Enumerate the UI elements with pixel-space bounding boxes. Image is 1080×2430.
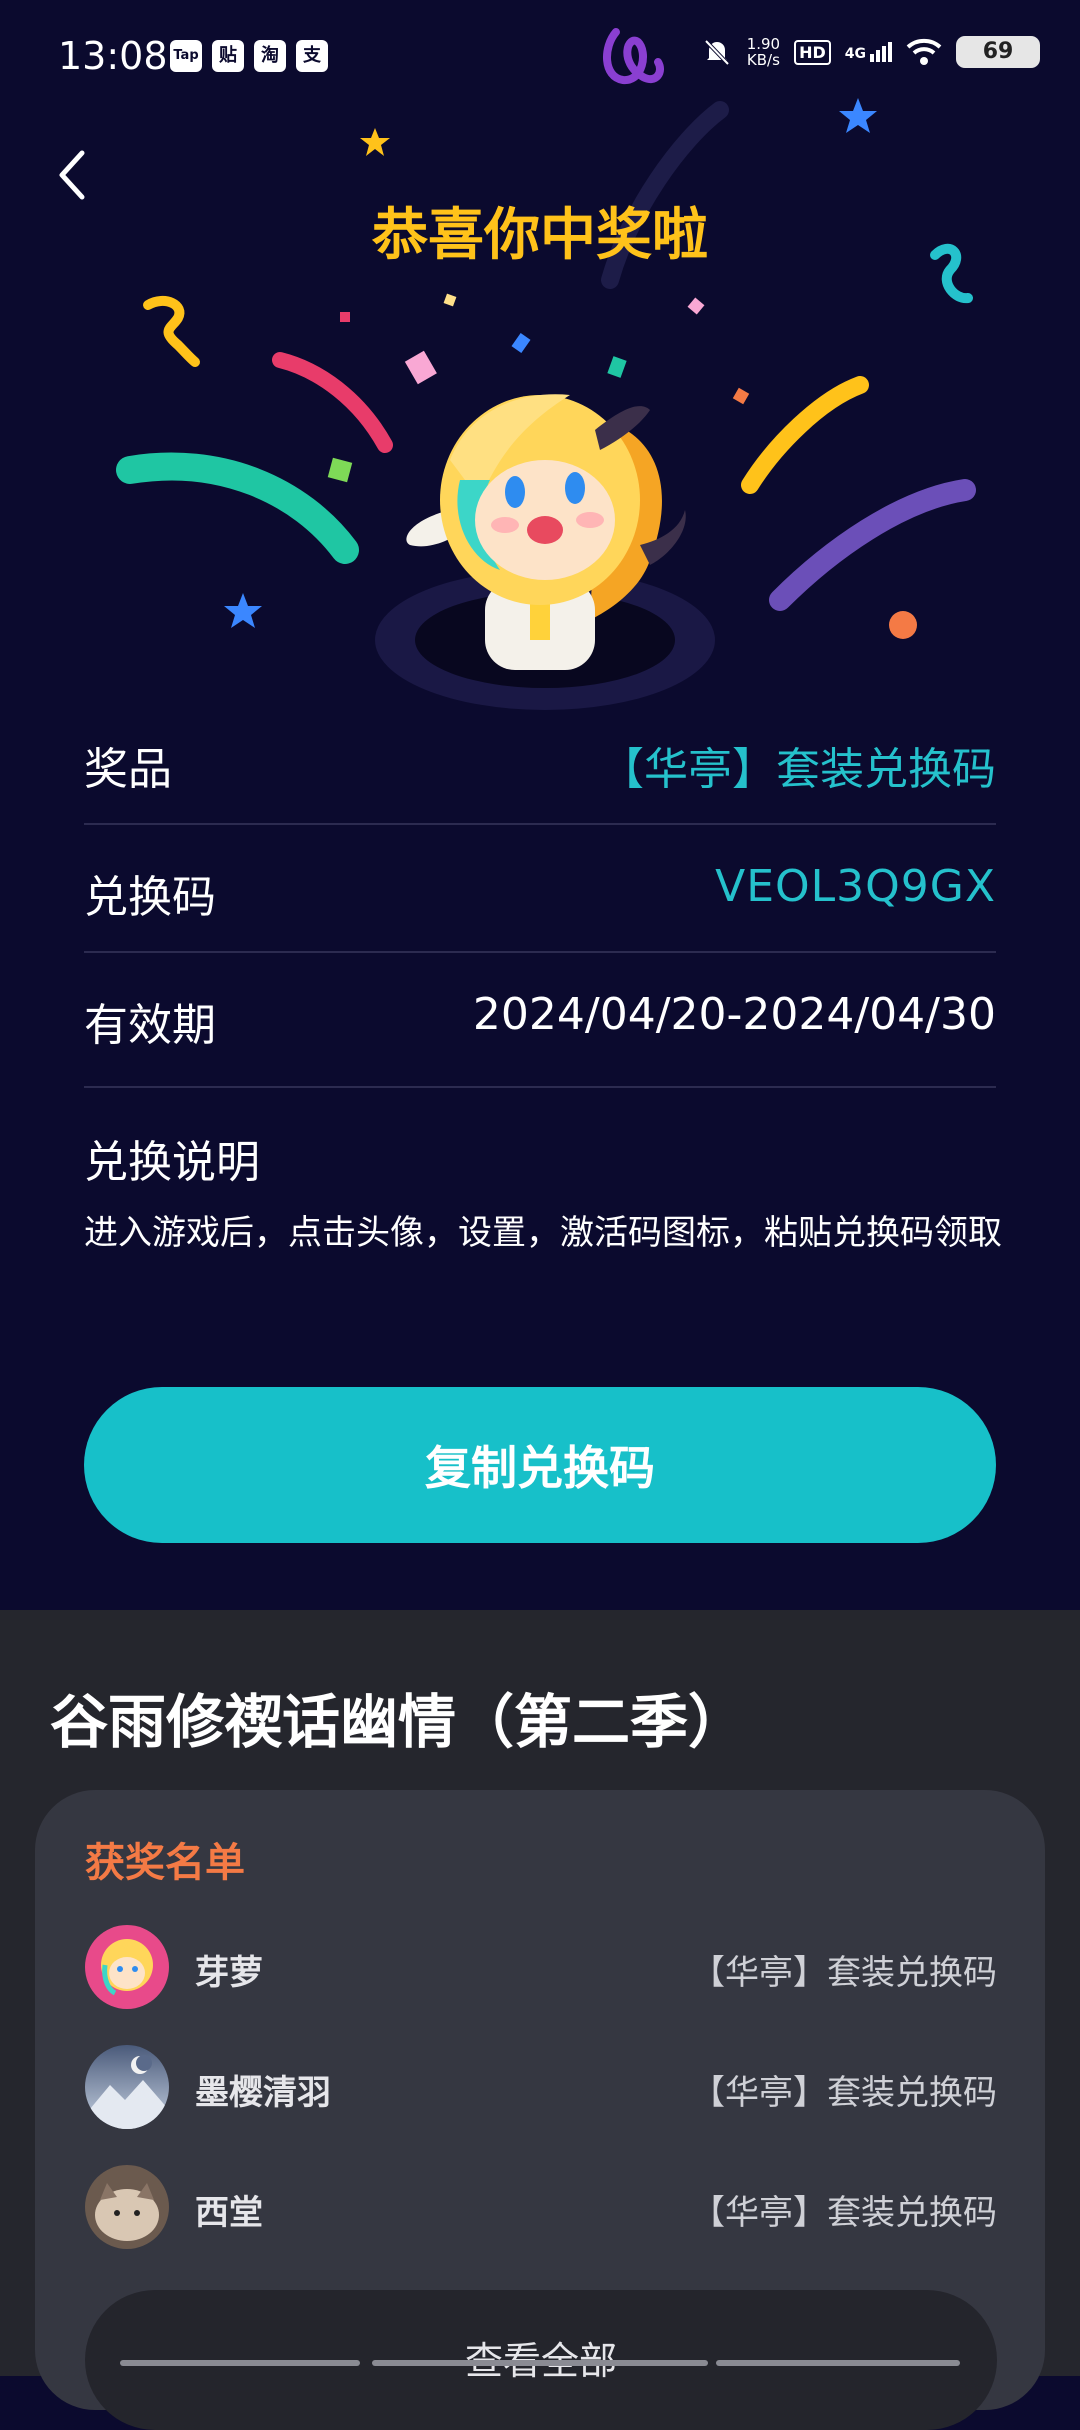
prize-value: 【华亭】套装兑换码 <box>600 744 996 795</box>
page-title: 恭喜你中奖啦 <box>372 203 708 268</box>
validity-row: 有效期 2024/04/20-2024/04/30 <box>84 951 996 1088</box>
prize-label: 奖品 <box>84 744 172 795</box>
winner-row[interactable]: 西堂 【华亭】套装兑换码 <box>85 2165 997 2255</box>
avatar[interactable] <box>85 2045 169 2129</box>
instructions-title: 兑换说明 <box>84 1137 260 1188</box>
code-label: 兑换码 <box>84 872 216 923</box>
winner-prize: 【华亭】套装兑换码 <box>691 2073 997 2113</box>
event-panel: 谷雨修禊话幽情（第二季） 获奖名单 芽萝 【华亭】套装兑换码 墨樱清羽 【华亭】… <box>0 1610 1080 2430</box>
winners-heading: 获奖名单 <box>85 1840 245 1886</box>
winner-prize: 【华亭】套装兑换码 <box>691 1953 997 1993</box>
event-title: 谷雨修禊话幽情（第二季） <box>50 1688 747 1756</box>
prize-row: 奖品 【华亭】套装兑换码 <box>84 695 996 825</box>
winners-card: 获奖名单 芽萝 【华亭】套装兑换码 墨樱清羽 【华亭】套装兑换码 西堂 【华亭】… <box>35 1790 1045 2430</box>
winner-row[interactable]: 芽萝 【华亭】套装兑换码 <box>85 1925 997 2015</box>
avatar[interactable] <box>85 2165 169 2249</box>
nav-handle <box>372 2360 708 2366</box>
nav-handle <box>120 2360 360 2366</box>
celebration-illustration <box>116 98 976 710</box>
validity-label: 有效期 <box>84 1000 216 1051</box>
winner-name: 西堂 <box>195 2193 263 2233</box>
redeem-code-value[interactable]: VEOL3Q9GX <box>715 861 996 912</box>
nav-handle <box>716 2360 960 2366</box>
winner-row[interactable]: 墨樱清羽 【华亭】套装兑换码 <box>85 2045 997 2135</box>
reward-panel: 13:08 Tap 贴 淘 支 1.90 KB/s HD 4G 69 恭喜你中奖… <box>0 0 1080 1610</box>
winner-prize: 【华亭】套装兑换码 <box>691 2193 997 2233</box>
code-row: 兑换码 VEOL3Q9GX <box>84 823 996 953</box>
copy-code-button[interactable]: 复制兑换码 <box>84 1387 996 1543</box>
winner-name: 芽萝 <box>195 1953 263 1993</box>
validity-value: 2024/04/20-2024/04/30 <box>472 989 996 1040</box>
winner-name: 墨樱清羽 <box>195 2073 331 2113</box>
instructions-text: 进入游戏后，点击头像，设置，激活码图标，粘贴兑换码领取 <box>84 1213 1002 1253</box>
avatar[interactable] <box>85 1925 169 2009</box>
